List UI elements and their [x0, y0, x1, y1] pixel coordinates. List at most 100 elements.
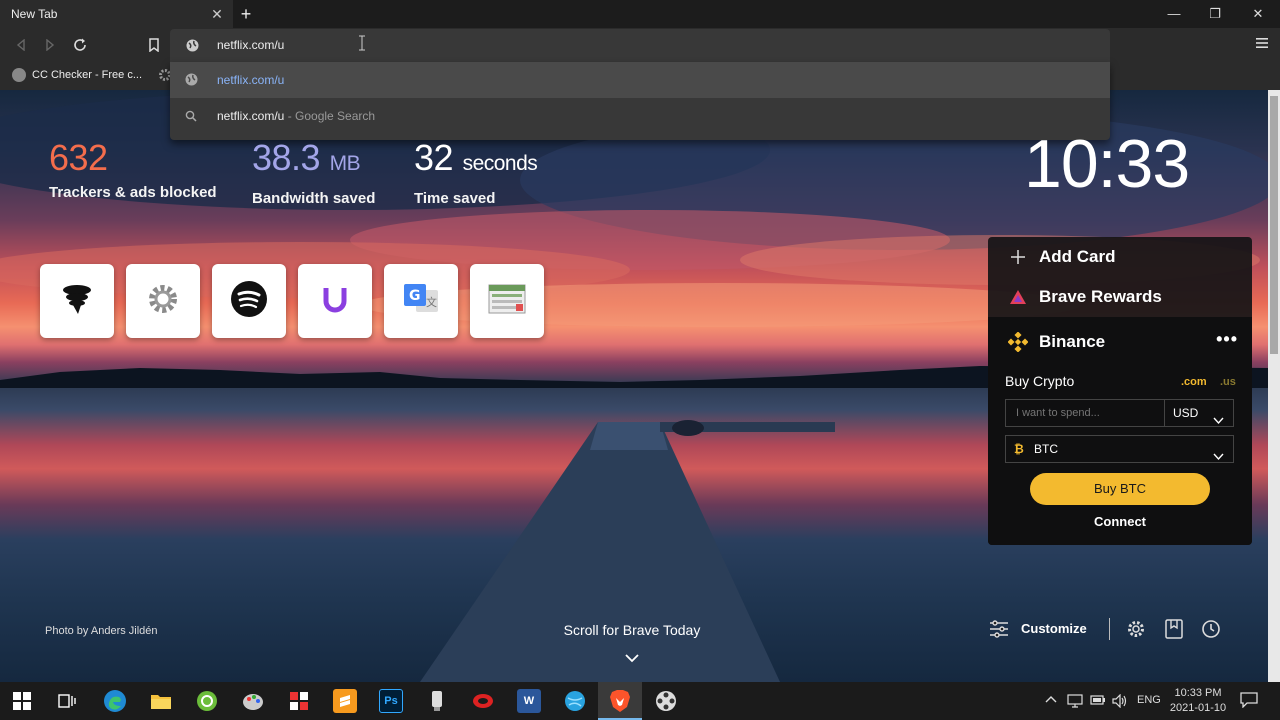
coin-select[interactable]: ₿ BTC	[1005, 435, 1234, 463]
file-explorer-icon[interactable]	[149, 689, 173, 713]
trackers-label: Trackers & ads blocked	[49, 184, 217, 201]
close-icon[interactable]: ✕	[209, 6, 225, 22]
window-close-icon[interactable]: ✕	[1248, 4, 1268, 24]
green-app-icon[interactable]	[195, 689, 219, 713]
trackers-count: 632	[49, 137, 108, 178]
suggestion-text: netflix.com/u	[217, 73, 285, 87]
brave-rewards-card[interactable]: Brave Rewards	[988, 277, 1252, 317]
suggestion-text: netflix.com/u - Google Search	[217, 109, 375, 123]
buy-crypto-label: Buy Crypto	[1005, 373, 1075, 389]
globe-icon	[186, 39, 199, 57]
buy-btc-button[interactable]: Buy BTC	[1030, 473, 1210, 505]
gear-icon	[146, 282, 180, 321]
coin-value: BTC	[1034, 442, 1058, 456]
add-card-label: Add Card	[1039, 247, 1116, 266]
customize-button[interactable]: Customize	[1021, 621, 1087, 636]
fiat-select[interactable]: USD	[1164, 399, 1234, 427]
domain-com-toggle[interactable]: .com	[1181, 376, 1207, 388]
time-value: 32 seconds	[414, 137, 538, 184]
back-icon[interactable]	[12, 36, 30, 54]
top-site-u[interactable]	[298, 264, 372, 338]
widget-cards: Add Card Brave Rewards Binance ••• Buy C…	[988, 237, 1252, 545]
brave-icon[interactable]	[608, 689, 632, 713]
top-site-vpn[interactable]	[40, 264, 114, 338]
notifications-icon[interactable]	[1240, 692, 1258, 711]
task-view-icon[interactable]	[55, 689, 79, 713]
minimize-icon[interactable]: —	[1164, 4, 1184, 24]
history-icon[interactable]	[1200, 618, 1222, 640]
start-icon[interactable]	[10, 689, 34, 713]
top-site-translate[interactable]: 文G	[384, 264, 458, 338]
photoshop-icon[interactable]: Ps	[379, 689, 403, 713]
brave-rewards-label: Brave Rewards	[1039, 287, 1162, 306]
address-bar[interactable]: netflix.com/u	[170, 29, 1110, 62]
bandwidth-value: 38.3 MB	[252, 138, 375, 184]
stat-trackers: 632 Trackers & ads blocked	[49, 137, 217, 202]
binance-logo-icon	[1008, 332, 1028, 352]
add-card-button[interactable]: Add Card	[988, 237, 1252, 277]
top-site-spreadsheet[interactable]	[470, 264, 544, 338]
spreadsheet-icon	[488, 284, 526, 319]
spend-amount-input[interactable]	[1005, 399, 1165, 427]
customize-icon[interactable]	[988, 618, 1010, 640]
translate-icon: 文G	[402, 280, 440, 323]
favicon-icon	[12, 68, 26, 82]
suggestion-search[interactable]: netflix.com/u - Google Search	[170, 98, 1110, 134]
bandwidth-number: 38.3	[252, 137, 321, 178]
text-cursor-icon	[358, 35, 366, 53]
tab-title: New Tab	[11, 7, 58, 21]
chevron-down-icon[interactable]	[625, 650, 639, 668]
bookmark-icon[interactable]	[145, 36, 163, 54]
tab-new-tab[interactable]: New Tab ✕	[0, 0, 233, 28]
connect-link[interactable]: Connect	[988, 514, 1252, 529]
domain-us-toggle[interactable]: .us	[1220, 376, 1236, 388]
bandwidth-label: Bandwidth saved	[252, 190, 376, 207]
network-icon[interactable]	[1067, 694, 1083, 711]
language-indicator[interactable]: ENG	[1137, 694, 1161, 706]
bookmark-cc-checker[interactable]: CC Checker - Free c...	[12, 68, 142, 82]
taskbar-time: 10:33 PM	[1174, 687, 1222, 699]
stat-bandwidth: 38.3 MB Bandwidth saved	[252, 138, 376, 208]
svg-text:文: 文	[426, 295, 437, 309]
puzzle-app-icon[interactable]	[287, 689, 311, 713]
word-icon[interactable]: W	[517, 689, 541, 713]
bookmark-label: CC Checker - Free c...	[32, 69, 143, 81]
paint-icon[interactable]	[241, 689, 265, 713]
taskbar-date: 2021-01-10	[1169, 702, 1227, 714]
chevron-down-icon	[1213, 444, 1224, 470]
volume-icon[interactable]	[1112, 693, 1128, 711]
film-reel-icon[interactable]	[654, 689, 678, 713]
globe-icon	[185, 73, 198, 91]
scrollbar-thumb[interactable]	[1270, 96, 1278, 354]
fiat-value: USD	[1173, 406, 1199, 420]
battery-icon[interactable]	[1090, 694, 1106, 709]
clock: 10:33	[1024, 126, 1190, 202]
red-app-icon[interactable]	[471, 689, 495, 713]
tornado-icon	[60, 282, 94, 321]
reload-icon[interactable]	[71, 36, 89, 54]
spotify-icon	[230, 280, 268, 323]
restore-icon[interactable]: ❐	[1205, 4, 1225, 24]
more-options-icon[interactable]: •••	[1216, 329, 1238, 350]
time-number: 32	[414, 137, 454, 178]
edge-icon[interactable]	[103, 689, 127, 713]
top-site-settings[interactable]	[126, 264, 200, 338]
suggestion-url[interactable]: netflix.com/u	[170, 62, 1110, 98]
tray-expand-icon[interactable]	[1045, 694, 1057, 706]
taskbar-clock[interactable]: 10:33 PM 2021-01-10	[1168, 686, 1228, 716]
menu-icon[interactable]	[1256, 36, 1268, 54]
browser-globe-icon[interactable]	[563, 689, 587, 713]
suggestion-engine: - Google Search	[284, 109, 376, 123]
forward-icon[interactable]	[41, 36, 59, 54]
windows-taskbar: Ps W ENG 10:33 PM 2021-01-10	[0, 682, 1280, 720]
new-tab-button[interactable]: +	[236, 4, 256, 24]
sublime-icon[interactable]	[333, 689, 357, 713]
usb-app-icon[interactable]	[425, 689, 449, 713]
omnibox-suggestions: netflix.com/u netflix.com/u - Google Sea…	[170, 62, 1110, 140]
address-input[interactable]: netflix.com/u	[217, 38, 284, 52]
time-unit: seconds	[462, 152, 538, 175]
settings-gear-icon[interactable]	[1125, 618, 1147, 640]
suggestion-query: netflix.com/u	[217, 109, 285, 123]
bookmarks-manager-icon[interactable]	[1163, 618, 1185, 640]
top-site-spotify[interactable]	[212, 264, 286, 338]
